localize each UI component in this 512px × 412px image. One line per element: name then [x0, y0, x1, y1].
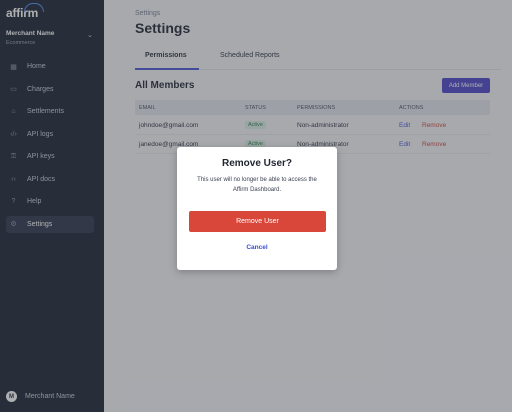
dialog-message: This user will no longer be able to acce…	[197, 177, 317, 193]
remove-user-dialog: Remove User? This user will no longer be…	[177, 147, 337, 270]
remove-user-button[interactable]: Remove User	[189, 211, 326, 232]
dialog-title: Remove User?	[221, 158, 293, 169]
cancel-button[interactable]: Cancel	[177, 244, 337, 251]
